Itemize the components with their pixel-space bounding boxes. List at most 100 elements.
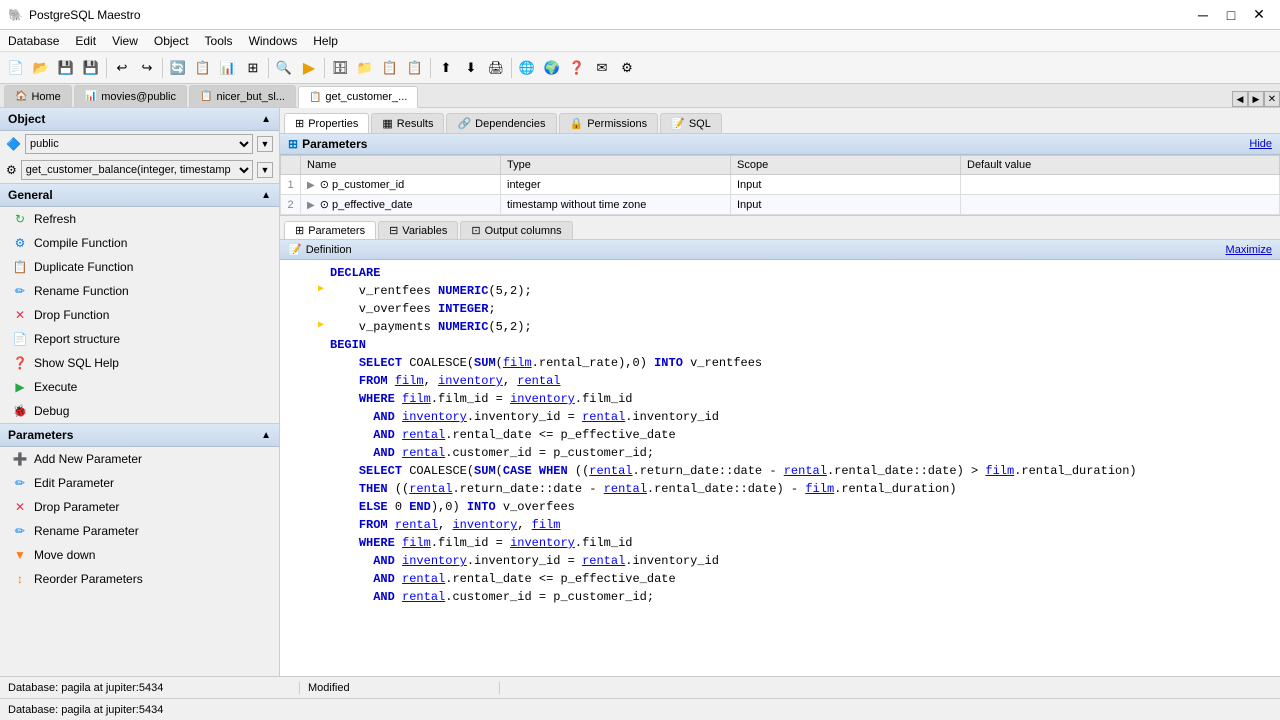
- toolbar-sep4: [324, 58, 325, 78]
- general-collapse-btn[interactable]: ▲: [261, 190, 271, 201]
- toolbar-save-all[interactable]: 💾: [79, 56, 103, 80]
- action-rename-function[interactable]: ✏Rename Function: [0, 279, 279, 303]
- action-compile-function[interactable]: ⚙Compile Function: [0, 231, 279, 255]
- params-collapse-btn[interactable]: ▲: [261, 430, 271, 441]
- subtab-dependencies[interactable]: 🔗Dependencies: [446, 113, 556, 133]
- tab-nicer[interactable]: 📋 nicer_but_sl...: [189, 85, 296, 107]
- menu-database[interactable]: Database: [0, 32, 67, 50]
- toolbar-btn4[interactable]: 📋: [191, 56, 215, 80]
- action-show-sql-help[interactable]: ❓Show SQL Help: [0, 351, 279, 375]
- menu-windows[interactable]: Windows: [241, 32, 306, 50]
- col-rownum: [281, 156, 301, 175]
- param-action-edit-parameter[interactable]: ✏Edit Parameter: [0, 471, 279, 495]
- subtab-icon: 🔒: [570, 117, 584, 130]
- param-action-reorder-parameters[interactable]: ↕Reorder Parameters: [0, 567, 279, 591]
- action-debug[interactable]: 🐞Debug: [0, 399, 279, 423]
- toolbar-help[interactable]: ❓: [565, 56, 589, 80]
- tab-nav-next[interactable]: ▶: [1248, 91, 1264, 107]
- bottom-subtabs: ⊞Parameters⊟Variables⊡Output columns: [280, 216, 1280, 240]
- toolbar-print[interactable]: 🖨: [484, 56, 508, 80]
- action-refresh[interactable]: ↻Refresh: [0, 207, 279, 231]
- action-execute[interactable]: ▶Execute: [0, 375, 279, 399]
- maximize-button[interactable]: □: [1218, 5, 1244, 25]
- title-bar-controls: ─ □ ✕: [1190, 5, 1272, 25]
- toolbar-db[interactable]: 🗄: [328, 56, 352, 80]
- action-label: Refresh: [34, 212, 76, 226]
- subtab-results[interactable]: ▦Results: [371, 113, 444, 133]
- tab-getcustomer[interactable]: 📋 get_customer_...: [298, 86, 418, 108]
- toolbar-tbl[interactable]: 📋: [378, 56, 402, 80]
- toolbar-undo[interactable]: ↩: [110, 56, 134, 80]
- subtab-permissions[interactable]: 🔒Permissions: [559, 113, 659, 133]
- menu-tools[interactable]: Tools: [197, 32, 241, 50]
- schema-drop-btn[interactable]: ▼: [257, 136, 273, 152]
- maximize-button-def[interactable]: Maximize: [1226, 244, 1272, 256]
- action-drop-function[interactable]: ✕Drop Function: [0, 303, 279, 327]
- toolbar-import[interactable]: ⬆: [434, 56, 458, 80]
- row-num: 1: [281, 175, 301, 195]
- toolbar-save[interactable]: 💾: [54, 56, 78, 80]
- close-button[interactable]: ✕: [1246, 5, 1272, 25]
- toolbar: 📄 📂 💾 💾 ↩ ↪ 🔄 📋 📊 ⊞ 🔍 ▶ 🗄 📁 📋 📋 ⬆ ⬇ 🖨 🌐 …: [0, 52, 1280, 84]
- action-duplicate-function[interactable]: 📋Duplicate Function: [0, 255, 279, 279]
- tab-nav-prev[interactable]: ◀: [1232, 91, 1248, 107]
- menu-help[interactable]: Help: [305, 32, 346, 50]
- tab-home[interactable]: 🏠 Home: [4, 85, 72, 107]
- object-section-title: Object: [8, 112, 45, 126]
- schema-select[interactable]: public: [25, 134, 253, 154]
- toolbar-new[interactable]: 📄: [4, 56, 28, 80]
- toolbar-btn6[interactable]: ⊞: [241, 56, 265, 80]
- bottom-subtab-icon: ⊟: [389, 224, 398, 237]
- toolbar-web2[interactable]: 🌍: [540, 56, 564, 80]
- toolbar-btn5[interactable]: 📊: [216, 56, 240, 80]
- toolbar-open[interactable]: 📂: [29, 56, 53, 80]
- params-section-left: Parameters ▲ ➕Add New Parameter✏Edit Par…: [0, 424, 279, 676]
- action-icon: ✕: [12, 307, 28, 323]
- param-action-rename-parameter[interactable]: ✏Rename Parameter: [0, 519, 279, 543]
- row-num: 2: [281, 195, 301, 215]
- code-area[interactable]: DECLARE ▶ v_rentfees NUMERIC(5,2); v_ove…: [280, 260, 1280, 676]
- param-action-move-down[interactable]: ▼Move down: [0, 543, 279, 567]
- code-line-22: AND rental.customer_id = p_customer_id;: [288, 588, 1272, 606]
- subtab-sql[interactable]: 📝SQL: [660, 113, 722, 133]
- param-action-add-new-parameter[interactable]: ➕Add New Parameter: [0, 447, 279, 471]
- function-icon: ⚙: [6, 163, 17, 177]
- left-panel: Object ▲ 🔷 public ▼ ⚙ get_customer_balan…: [0, 108, 280, 676]
- toolbar-btn3[interactable]: 🔄: [166, 56, 190, 80]
- function-drop-btn[interactable]: ▼: [257, 162, 273, 178]
- action-label: Duplicate Function: [34, 260, 133, 274]
- toolbar-redo[interactable]: ↪: [135, 56, 159, 80]
- hide-button[interactable]: Hide: [1249, 138, 1272, 150]
- code-line-20: AND inventory.inventory_id = rental.inve…: [288, 552, 1272, 570]
- toolbar-export[interactable]: ⬇: [459, 56, 483, 80]
- toolbar-run[interactable]: ▶: [297, 56, 321, 80]
- toolbar-tbl2[interactable]: 📋: [403, 56, 427, 80]
- param-type-icon: ⊙: [320, 179, 329, 191]
- params-area-title: Parameters: [302, 137, 367, 151]
- menu-view[interactable]: View: [104, 32, 146, 50]
- object-collapse-btn[interactable]: ▲: [261, 114, 271, 125]
- bottom-subtab-parameters[interactable]: ⊞Parameters: [284, 221, 376, 239]
- bottom-subtab-variables[interactable]: ⊟Variables: [378, 221, 458, 239]
- bottom-subtab-output-columns[interactable]: ⊡Output columns: [460, 221, 572, 239]
- toolbar-settings[interactable]: ⚙: [615, 56, 639, 80]
- action-label: Debug: [34, 404, 69, 418]
- minimize-button[interactable]: ─: [1190, 5, 1216, 25]
- status-db: Database: pagila at jupiter:5434: [0, 682, 300, 694]
- nicer-icon: 📋: [200, 91, 212, 102]
- tab-movies[interactable]: 📊 movies@public: [74, 85, 187, 107]
- subtab-properties[interactable]: ⊞Properties: [284, 113, 369, 133]
- tab-close-all[interactable]: ✕: [1264, 91, 1280, 107]
- toolbar-web1[interactable]: 🌐: [515, 56, 539, 80]
- param-action-icon: ➕: [12, 451, 28, 467]
- toolbar-mail[interactable]: ✉: [590, 56, 614, 80]
- param-action-drop-parameter[interactable]: ✕Drop Parameter: [0, 495, 279, 519]
- param-name: ▶ ⊙ p_effective_date: [301, 195, 501, 215]
- subtab-icon: 🔗: [457, 117, 471, 130]
- menu-object[interactable]: Object: [146, 32, 197, 50]
- toolbar-folder[interactable]: 📁: [353, 56, 377, 80]
- action-report-structure[interactable]: 📄Report structure: [0, 327, 279, 351]
- menu-edit[interactable]: Edit: [67, 32, 104, 50]
- toolbar-filter[interactable]: 🔍: [272, 56, 296, 80]
- function-select[interactable]: get_customer_balance(integer, timestamp: [21, 160, 253, 180]
